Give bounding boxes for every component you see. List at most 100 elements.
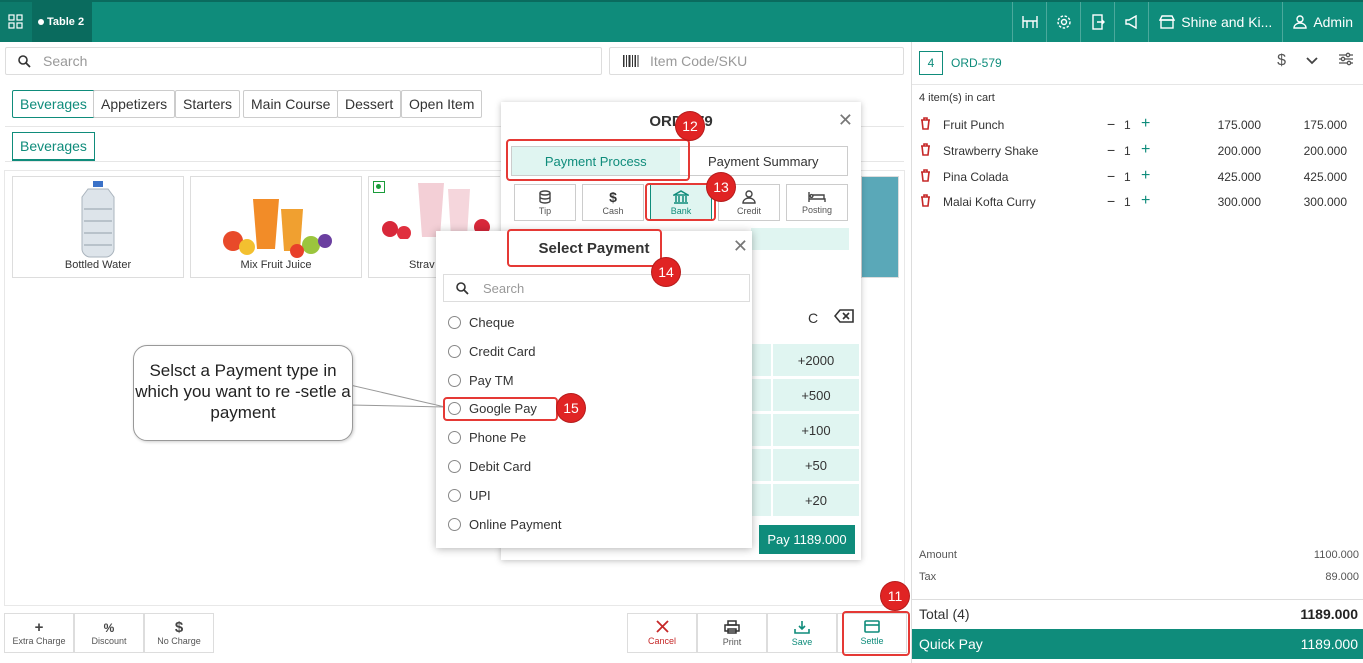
print-button[interactable]: Print: [697, 613, 767, 653]
save-button[interactable]: Save: [767, 613, 837, 653]
close-x-icon: [655, 620, 669, 633]
payment-option-label: Pay TM: [469, 373, 514, 388]
strawberry-shake-image: [382, 183, 490, 239]
quick-amount-button[interactable]: +2000: [772, 343, 860, 377]
radio-button[interactable]: [448, 489, 461, 502]
tax-value: 89.000: [1325, 571, 1359, 583]
payment-option-cheque[interactable]: Cheque: [448, 315, 515, 330]
trash-icon[interactable]: [920, 169, 931, 185]
cart-item-qty: 1: [1124, 170, 1131, 184]
no-charge-button[interactable]: $ No Charge: [144, 613, 214, 653]
quick-amount-button[interactable]: +20: [772, 483, 860, 517]
method-posting[interactable]: Posting: [786, 184, 848, 221]
cart-item-qty: 1: [1124, 195, 1131, 209]
product-card-mix-fruit-juice[interactable]: Mix Fruit Juice: [190, 176, 362, 278]
keypad-cell[interactable]: [750, 413, 772, 447]
logout-door-icon[interactable]: [1080, 2, 1114, 42]
increase-qty-button[interactable]: +: [1141, 167, 1150, 185]
trash-icon[interactable]: [920, 117, 931, 133]
tab-payment-summary[interactable]: Payment Summary: [680, 147, 848, 175]
keypad-cell[interactable]: [750, 483, 772, 517]
cart-row: Strawberry Shake − 1 + 200.000 200.000: [919, 141, 1359, 163]
pay-button[interactable]: Pay 1189.000: [759, 525, 855, 554]
product-search-input[interactable]: Search: [5, 47, 602, 75]
decrease-qty-button[interactable]: −: [1107, 168, 1115, 184]
cart-item-name: Pina Colada: [943, 170, 1009, 184]
payment-option-pay-tm[interactable]: Pay TM: [448, 373, 514, 388]
dollar-icon: $: [609, 188, 617, 205]
category-appetizers[interactable]: Appetizers: [93, 90, 176, 118]
payment-option-label: Cheque: [469, 315, 515, 330]
category-beverages[interactable]: Beverages: [12, 90, 95, 118]
extra-charge-button[interactable]: + Extra Charge: [4, 613, 74, 653]
product-card-partial-image[interactable]: [861, 176, 899, 278]
table-layout-icon[interactable]: [1012, 2, 1046, 42]
cart-item-price: 300.000: [1217, 195, 1261, 209]
announcement-megaphone-icon[interactable]: [1114, 2, 1148, 42]
payment-option-debit-card[interactable]: Debit Card: [448, 459, 531, 474]
payment-search-input[interactable]: Search: [443, 274, 750, 302]
payment-option-label: UPI: [469, 488, 491, 503]
quick-amount-button[interactable]: +50: [772, 448, 860, 482]
highlight-bank: [645, 183, 716, 221]
radio-button[interactable]: [448, 316, 461, 329]
selected-method-strip: [751, 228, 849, 250]
keypad-cell[interactable]: [750, 378, 772, 412]
payment-option-online-payment[interactable]: Online Payment: [448, 517, 562, 532]
radio-button[interactable]: [448, 345, 461, 358]
close-icon[interactable]: ✕: [838, 110, 853, 131]
increase-qty-button[interactable]: +: [1141, 141, 1150, 159]
quick-amount-button[interactable]: +500: [772, 378, 860, 412]
category-dessert[interactable]: Dessert: [337, 90, 402, 118]
decrease-qty-button[interactable]: −: [1107, 193, 1115, 209]
payment-option-phone-pe[interactable]: Phone Pe: [448, 430, 526, 445]
payment-option-upi[interactable]: UPI: [448, 488, 491, 503]
sku-input[interactable]: Item Code/SKU: [609, 47, 904, 75]
user-menu[interactable]: Admin: [1282, 2, 1363, 42]
clear-button[interactable]: C: [808, 310, 818, 326]
method-cash[interactable]: $ Cash: [582, 184, 644, 221]
keypad-cell[interactable]: [750, 343, 772, 377]
subcategory-beverages[interactable]: Beverages: [12, 132, 95, 161]
sku-placeholder: Item Code/SKU: [650, 53, 748, 69]
store-icon: [1159, 15, 1176, 29]
decrease-qty-button[interactable]: −: [1107, 142, 1115, 158]
quick-amount-button[interactable]: +100: [772, 413, 860, 447]
close-icon[interactable]: ✕: [733, 236, 748, 257]
user-label: Admin: [1313, 14, 1353, 30]
increase-qty-button[interactable]: +: [1141, 192, 1150, 210]
chevron-down-icon[interactable]: [1306, 52, 1318, 71]
method-tip[interactable]: Tip: [514, 184, 576, 221]
category-open-item[interactable]: Open Item: [401, 90, 483, 118]
radio-button[interactable]: [448, 431, 461, 444]
cart-items-count: 4 item(s) in cart: [919, 92, 995, 104]
cart-header: 4 ORD-579 $: [912, 42, 1363, 85]
payment-option-credit-card[interactable]: Credit Card: [448, 344, 535, 359]
highlight-payment-process: [506, 139, 690, 181]
filter-sliders-icon[interactable]: [1338, 52, 1354, 71]
store-label: Shine and Ki...: [1181, 14, 1273, 30]
trash-icon[interactable]: [920, 143, 931, 159]
radio-button[interactable]: [448, 460, 461, 473]
payment-option-label: Credit Card: [469, 344, 536, 359]
store-selector[interactable]: Shine and Ki...: [1148, 2, 1282, 42]
category-main-course[interactable]: Main Course: [243, 90, 339, 118]
keypad-cell[interactable]: [750, 448, 772, 482]
product-card-bottled-water[interactable]: Bottled Water: [12, 176, 184, 278]
backspace-icon[interactable]: [833, 309, 854, 326]
discount-button[interactable]: % Discount: [74, 613, 144, 653]
category-starters[interactable]: Starters: [175, 90, 241, 118]
highlight-select-payment: [507, 229, 662, 267]
mix-fruit-juice-image: [223, 199, 332, 258]
increase-qty-button[interactable]: +: [1141, 115, 1150, 133]
apps-grid-icon[interactable]: [0, 2, 32, 42]
cancel-button[interactable]: Cancel: [627, 613, 697, 653]
table-tab[interactable]: Table 2: [32, 2, 92, 42]
quick-pay-label: Quick Pay: [919, 636, 983, 652]
currency-dollar-icon[interactable]: $: [1277, 52, 1286, 71]
quick-pay-button[interactable]: Quick Pay 1189.000: [912, 629, 1363, 659]
settings-gear-icon[interactable]: [1046, 2, 1080, 42]
decrease-qty-button[interactable]: −: [1107, 116, 1115, 132]
trash-icon[interactable]: [920, 194, 931, 210]
radio-button[interactable]: [448, 518, 461, 531]
